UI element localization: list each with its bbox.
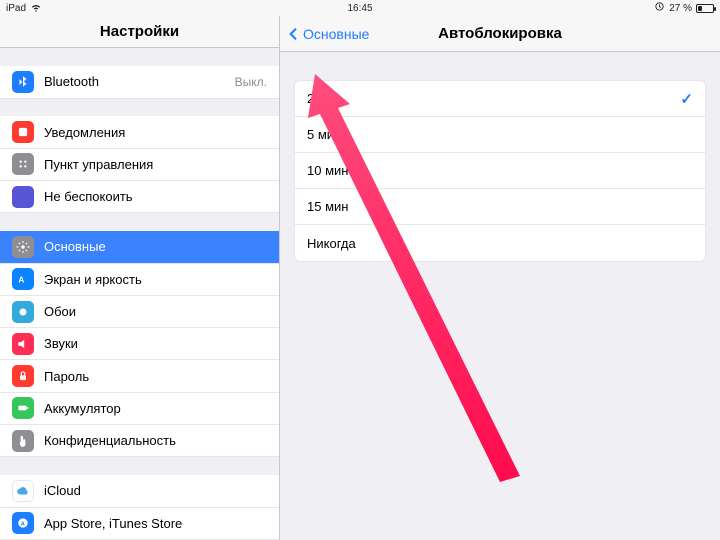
sidebar-item-label: Bluetooth — [44, 74, 99, 89]
gear-icon — [12, 236, 34, 258]
sidebar-item-control-center[interactable]: Пункт управления — [0, 149, 279, 181]
back-button[interactable]: Основные — [286, 26, 369, 42]
sidebar-item-store[interactable]: A App Store, iTunes Store — [0, 508, 279, 540]
sidebar-item-passcode[interactable]: Пароль — [0, 360, 279, 392]
sidebar-item-label: Конфиденциальность — [44, 433, 176, 448]
sidebar-item-label: App Store, iTunes Store — [44, 516, 182, 531]
option-label: 2 мин — [307, 91, 341, 106]
sidebar-item-label: Пароль — [44, 369, 89, 384]
option-label: 10 мин — [307, 163, 348, 178]
wallpaper-icon — [12, 301, 34, 323]
sidebar-item-notifications[interactable]: Уведомления — [0, 116, 279, 148]
status-time: 16:45 — [347, 3, 372, 14]
option-2min[interactable]: 2 мин ✓ — [295, 81, 705, 117]
detail-title: Автоблокировка — [438, 25, 562, 42]
device-label: iPad — [6, 3, 26, 14]
option-10min[interactable]: 10 мин — [295, 153, 705, 189]
moon-icon — [12, 186, 34, 208]
sidebar-item-label: Основные — [44, 239, 106, 254]
option-label: 5 мин — [307, 127, 341, 142]
notifications-icon — [12, 121, 34, 143]
back-label: Основные — [303, 26, 369, 42]
battery-icon — [696, 4, 714, 13]
option-label: 15 мин — [307, 199, 348, 214]
hand-icon — [12, 430, 34, 452]
option-15min[interactable]: 15 мин — [295, 189, 705, 225]
sidebar-item-label: Пункт управления — [44, 157, 153, 172]
status-bar: iPad 16:45 27 % — [0, 0, 720, 16]
control-center-icon — [12, 153, 34, 175]
sidebar-item-label: Звуки — [44, 336, 78, 351]
sidebar-item-label: Уведомления — [44, 125, 125, 140]
sidebar-item-dnd[interactable]: Не беспокоить — [0, 181, 279, 213]
settings-sidebar: Настройки Bluetooth Выкл. Уведомления Пу… — [0, 16, 280, 540]
cloud-icon — [12, 480, 34, 502]
battery-icon — [12, 397, 34, 419]
detail-nav: Основные Автоблокировка — [280, 16, 720, 52]
sidebar-item-label: Экран и яркость — [44, 272, 142, 287]
rotation-lock-icon — [654, 1, 665, 15]
sidebar-item-battery[interactable]: Аккумулятор — [0, 393, 279, 425]
chevron-left-icon — [286, 26, 302, 42]
option-5min[interactable]: 5 мин — [295, 117, 705, 153]
bluetooth-icon — [12, 71, 34, 93]
sidebar-item-bluetooth[interactable]: Bluetooth Выкл. — [0, 66, 279, 98]
sidebar-item-wallpaper[interactable]: Обои — [0, 296, 279, 328]
option-never[interactable]: Никогда — [295, 225, 705, 261]
autolock-options: 2 мин ✓ 5 мин 10 мин 15 мин Никогда — [294, 80, 706, 262]
appstore-icon: A — [12, 512, 34, 534]
sidebar-item-display[interactable]: A Экран и яркость — [0, 264, 279, 296]
sidebar-item-general[interactable]: Основные — [0, 231, 279, 263]
checkmark-icon: ✓ — [680, 90, 693, 108]
wifi-icon — [30, 1, 42, 16]
sidebar-item-label: Обои — [44, 304, 76, 319]
battery-percent: 27 % — [669, 3, 692, 14]
sidebar-item-icloud[interactable]: iCloud — [0, 475, 279, 507]
sidebar-item-sounds[interactable]: Звуки — [0, 328, 279, 360]
sidebar-item-label: Не беспокоить — [44, 189, 133, 204]
bluetooth-value: Выкл. — [235, 75, 267, 89]
lock-icon — [12, 365, 34, 387]
option-label: Никогда — [307, 236, 356, 251]
display-icon: A — [12, 268, 34, 290]
sidebar-title: Настройки — [0, 16, 279, 48]
speaker-icon — [12, 333, 34, 355]
sidebar-item-privacy[interactable]: Конфиденциальность — [0, 425, 279, 457]
sidebar-item-label: Аккумулятор — [44, 401, 121, 416]
sidebar-item-label: iCloud — [44, 484, 81, 498]
detail-pane: Основные Автоблокировка 2 мин ✓ 5 мин 10… — [280, 16, 720, 540]
svg-text:A: A — [18, 276, 24, 285]
